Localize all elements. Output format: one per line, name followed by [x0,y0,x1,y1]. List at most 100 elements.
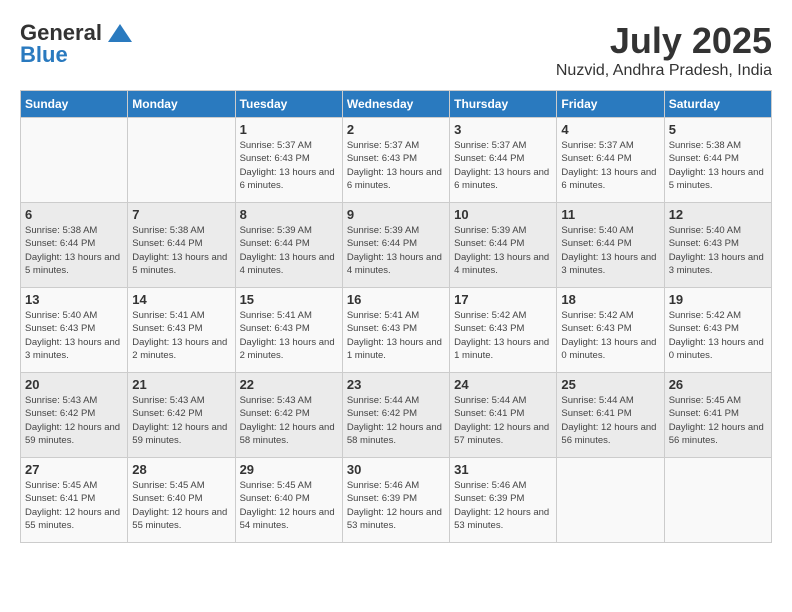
day-number: 10 [454,207,552,222]
day-info: Sunrise: 5:44 AM Sunset: 6:42 PM Dayligh… [347,394,445,447]
calendar-cell: 26Sunrise: 5:45 AM Sunset: 6:41 PM Dayli… [664,373,771,458]
day-info: Sunrise: 5:43 AM Sunset: 6:42 PM Dayligh… [25,394,123,447]
day-info: Sunrise: 5:40 AM Sunset: 6:43 PM Dayligh… [25,309,123,362]
day-number: 3 [454,122,552,137]
day-number: 28 [132,462,230,477]
day-info: Sunrise: 5:42 AM Sunset: 6:43 PM Dayligh… [454,309,552,362]
calendar-day-header: Thursday [450,91,557,118]
day-number: 25 [561,377,659,392]
day-info: Sunrise: 5:39 AM Sunset: 6:44 PM Dayligh… [240,224,338,277]
day-info: Sunrise: 5:37 AM Sunset: 6:43 PM Dayligh… [347,139,445,192]
day-info: Sunrise: 5:45 AM Sunset: 6:40 PM Dayligh… [132,479,230,532]
title-area: July 2025 Nuzvid, Andhra Pradesh, India [556,20,772,80]
day-number: 5 [669,122,767,137]
calendar-cell: 19Sunrise: 5:42 AM Sunset: 6:43 PM Dayli… [664,288,771,373]
calendar-cell: 2 Sunrise: 5:37 AM Sunset: 6:43 PM Daylig… [342,118,449,203]
calendar-cell: 30 Sunrise: 5:46 AM Sunset: 6:39 PM Dayli… [342,458,449,543]
day-number: 15 [240,292,338,307]
day-number: 21 [132,377,230,392]
calendar-week-row: 20Sunrise: 5:43 AM Sunset: 6:42 PM Dayli… [21,373,772,458]
calendar-body: 1Sunrise: 5:37 AM Sunset: 6:43 PM Daylig… [21,118,772,543]
calendar-cell [21,118,128,203]
day-info: Sunrise: 5:46 AM Sunset: 6:39 PM Dayligh… [347,479,445,532]
day-info: Sunrise: 5:46 AM Sunset: 6:39 PM Dayligh… [454,479,552,532]
day-info: Sunrise: 5:43 AM Sunset: 6:42 PM Dayligh… [132,394,230,447]
day-info: Sunrise: 5:45 AM Sunset: 6:41 PM Dayligh… [25,479,123,532]
calendar-cell: 23Sunrise: 5:44 AM Sunset: 6:42 PM Dayli… [342,373,449,458]
calendar-cell: 3 Sunrise: 5:37 AM Sunset: 6:44 PM Daylig… [450,118,557,203]
calendar-cell: 28 Sunrise: 5:45 AM Sunset: 6:40 PM Dayli… [128,458,235,543]
calendar-cell: 8 Sunrise: 5:39 AM Sunset: 6:44 PM Daylig… [235,203,342,288]
day-info: Sunrise: 5:37 AM Sunset: 6:43 PM Dayligh… [240,139,338,192]
day-number: 2 [347,122,445,137]
day-number: 24 [454,377,552,392]
logo-blue-text: Blue [20,42,68,68]
day-info: Sunrise: 5:38 AM Sunset: 6:44 PM Dayligh… [132,224,230,277]
day-info: Sunrise: 5:38 AM Sunset: 6:44 PM Dayligh… [25,224,123,277]
calendar-cell: 18 Sunrise: 5:42 AM Sunset: 6:43 PM Dayli… [557,288,664,373]
day-info: Sunrise: 5:37 AM Sunset: 6:44 PM Dayligh… [454,139,552,192]
logo-icon [106,22,134,44]
calendar-cell: 6 Sunrise: 5:38 AM Sunset: 6:44 PM Daylig… [21,203,128,288]
day-number: 13 [25,292,123,307]
day-number: 9 [347,207,445,222]
calendar-cell: 31 Sunrise: 5:46 AM Sunset: 6:39 PM Dayli… [450,458,557,543]
day-number: 14 [132,292,230,307]
location: Nuzvid, Andhra Pradesh, India [556,62,772,80]
calendar-cell: 7Sunrise: 5:38 AM Sunset: 6:44 PM Daylig… [128,203,235,288]
calendar-cell: 12 Sunrise: 5:40 AM Sunset: 6:43 PM Dayli… [664,203,771,288]
calendar-cell: 24 Sunrise: 5:44 AM Sunset: 6:41 PM Dayli… [450,373,557,458]
day-number: 11 [561,207,659,222]
day-info: Sunrise: 5:39 AM Sunset: 6:44 PM Dayligh… [347,224,445,277]
calendar-cell: 4Sunrise: 5:37 AM Sunset: 6:44 PM Daylig… [557,118,664,203]
calendar-cell: 27 Sunrise: 5:45 AM Sunset: 6:41 PM Dayli… [21,458,128,543]
calendar-cell [557,458,664,543]
calendar-cell: 20Sunrise: 5:43 AM Sunset: 6:42 PM Dayli… [21,373,128,458]
day-info: Sunrise: 5:37 AM Sunset: 6:44 PM Dayligh… [561,139,659,192]
day-number: 30 [347,462,445,477]
calendar-week-row: 1Sunrise: 5:37 AM Sunset: 6:43 PM Daylig… [21,118,772,203]
logo: General Blue [20,20,134,68]
calendar-week-row: 27 Sunrise: 5:45 AM Sunset: 6:41 PM Dayli… [21,458,772,543]
calendar-cell: 10 Sunrise: 5:39 AM Sunset: 6:44 PM Dayli… [450,203,557,288]
calendar-cell [664,458,771,543]
calendar-cell: 11 Sunrise: 5:40 AM Sunset: 6:44 PM Dayli… [557,203,664,288]
day-info: Sunrise: 5:44 AM Sunset: 6:41 PM Dayligh… [561,394,659,447]
calendar-cell: 1Sunrise: 5:37 AM Sunset: 6:43 PM Daylig… [235,118,342,203]
day-number: 16 [347,292,445,307]
calendar-cell: 15 Sunrise: 5:41 AM Sunset: 6:43 PM Dayli… [235,288,342,373]
day-number: 8 [240,207,338,222]
day-info: Sunrise: 5:45 AM Sunset: 6:40 PM Dayligh… [240,479,338,532]
calendar-cell: 9 Sunrise: 5:39 AM Sunset: 6:44 PM Daylig… [342,203,449,288]
day-info: Sunrise: 5:41 AM Sunset: 6:43 PM Dayligh… [132,309,230,362]
calendar-day-header: Wednesday [342,91,449,118]
day-info: Sunrise: 5:44 AM Sunset: 6:41 PM Dayligh… [454,394,552,447]
day-number: 18 [561,292,659,307]
day-info: Sunrise: 5:40 AM Sunset: 6:44 PM Dayligh… [561,224,659,277]
calendar-week-row: 13 Sunrise: 5:40 AM Sunset: 6:43 PM Dayli… [21,288,772,373]
day-info: Sunrise: 5:41 AM Sunset: 6:43 PM Dayligh… [240,309,338,362]
calendar-day-header: Sunday [21,91,128,118]
day-number: 31 [454,462,552,477]
calendar-cell: 5 Sunrise: 5:38 AM Sunset: 6:44 PM Daylig… [664,118,771,203]
calendar-day-header: Monday [128,91,235,118]
day-number: 6 [25,207,123,222]
calendar-cell: 17 Sunrise: 5:42 AM Sunset: 6:43 PM Dayli… [450,288,557,373]
day-info: Sunrise: 5:41 AM Sunset: 6:43 PM Dayligh… [347,309,445,362]
calendar-day-header: Friday [557,91,664,118]
day-info: Sunrise: 5:43 AM Sunset: 6:42 PM Dayligh… [240,394,338,447]
day-info: Sunrise: 5:42 AM Sunset: 6:43 PM Dayligh… [669,309,767,362]
day-info: Sunrise: 5:40 AM Sunset: 6:43 PM Dayligh… [669,224,767,277]
day-number: 29 [240,462,338,477]
calendar-week-row: 6 Sunrise: 5:38 AM Sunset: 6:44 PM Daylig… [21,203,772,288]
day-number: 12 [669,207,767,222]
calendar-day-header: Saturday [664,91,771,118]
day-number: 26 [669,377,767,392]
day-number: 17 [454,292,552,307]
calendar-cell [128,118,235,203]
day-info: Sunrise: 5:39 AM Sunset: 6:44 PM Dayligh… [454,224,552,277]
day-info: Sunrise: 5:38 AM Sunset: 6:44 PM Dayligh… [669,139,767,192]
day-number: 27 [25,462,123,477]
day-info: Sunrise: 5:42 AM Sunset: 6:43 PM Dayligh… [561,309,659,362]
calendar-cell: 21 Sunrise: 5:43 AM Sunset: 6:42 PM Dayli… [128,373,235,458]
